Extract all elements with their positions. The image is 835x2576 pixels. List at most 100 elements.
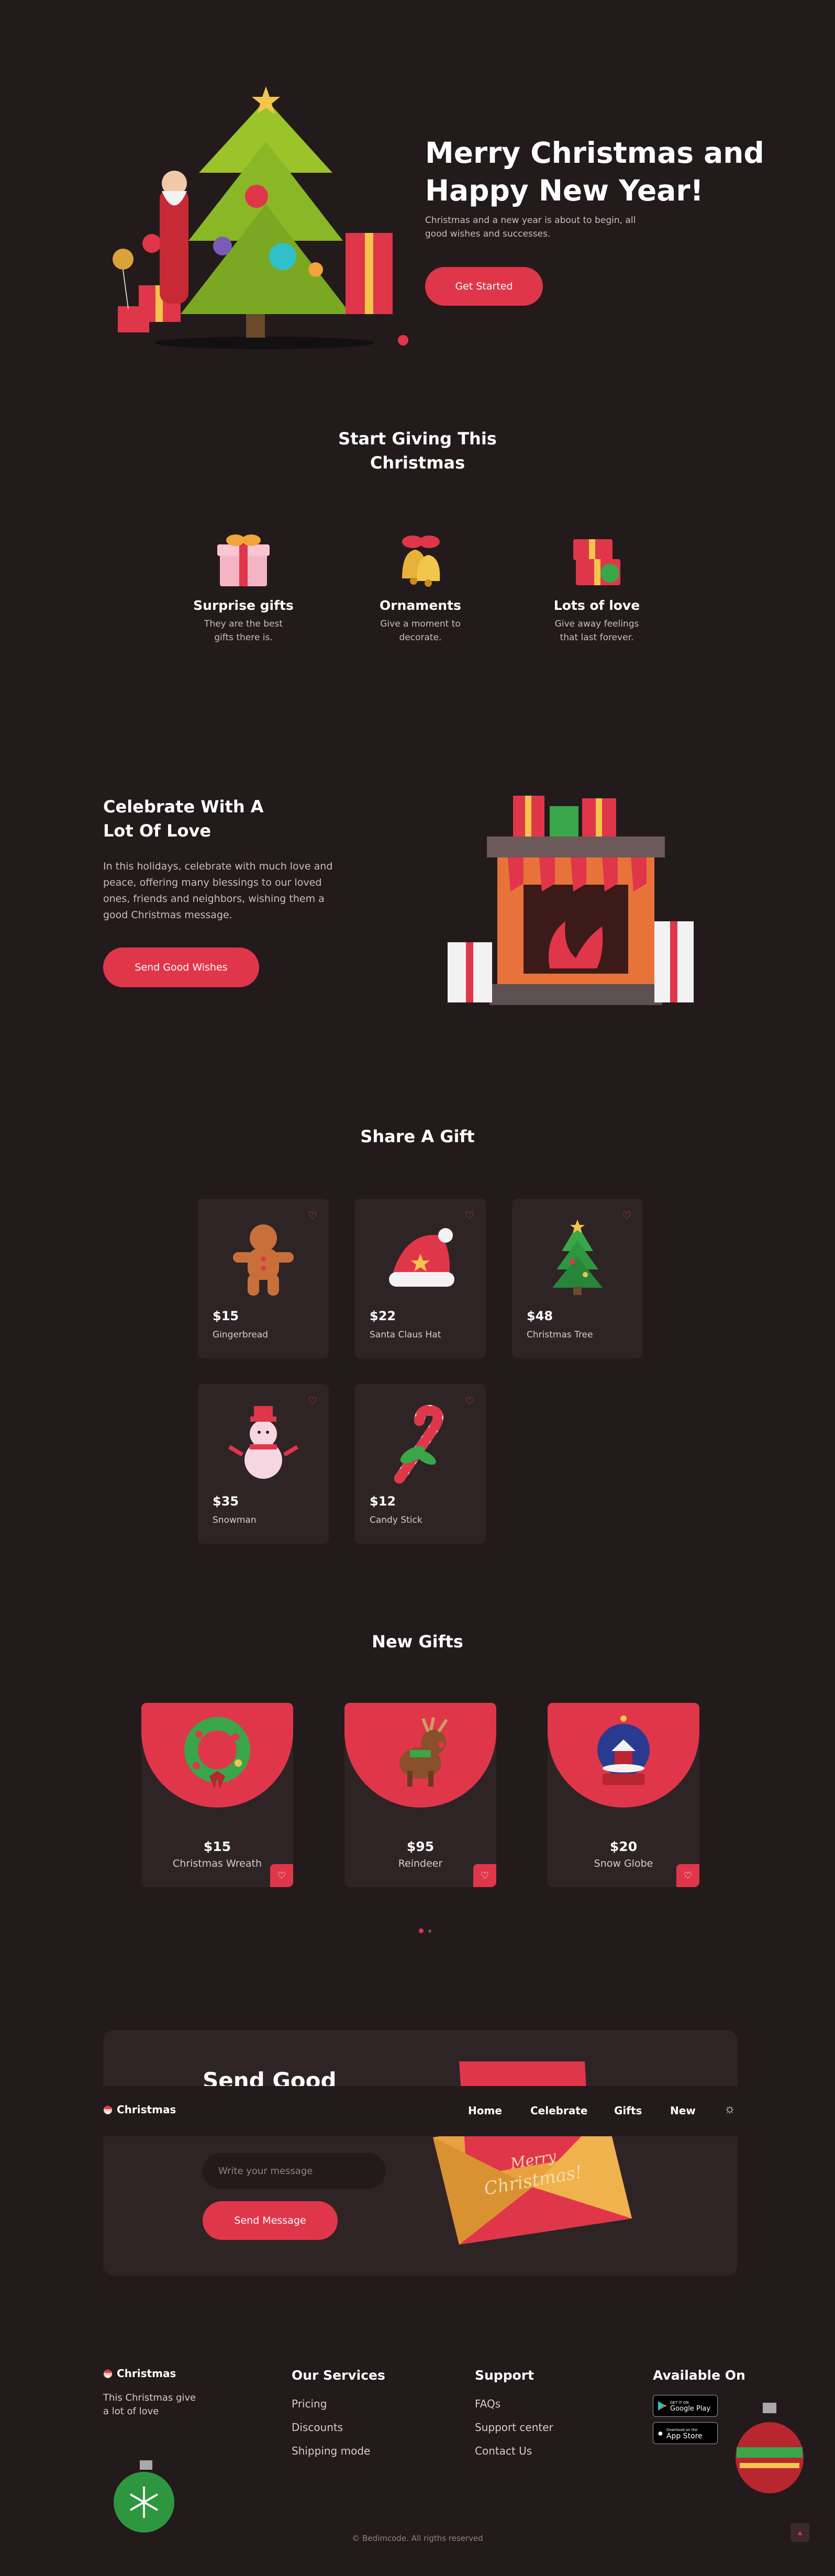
heart-icon[interactable]: ♡ [465,1395,474,1408]
nav-link-gifts[interactable]: Gifts [614,2104,642,2117]
celebrate-title-line-1: Celebrate With A [103,797,264,817]
giving-item-title: Surprise gifts [193,598,294,613]
share-card-snowman[interactable]: ♡ $35 Snowman [198,1384,329,1544]
new-gift-card-reindeer[interactable]: $95 Reindeer ♡ [344,1703,496,1887]
celebrate-description-line-4: good Christmas message. [103,909,232,921]
scroll-up-button[interactable]: ▲ [791,2523,809,2542]
christmas-tree-illustration [113,86,408,349]
hero-subtitle: Christmas and a new year is about to beg… [425,214,636,241]
nav-logo[interactable]: Christmas [103,2103,176,2116]
heart-icon: ♡ [480,1870,489,1881]
message-input[interactable]: Write your message [203,2153,386,2189]
gift-name: Christmas Tree [527,1330,593,1340]
carousel-dot[interactable] [428,1930,431,1933]
stacked-gifts-icon [573,539,620,585]
reindeer-icon [399,1717,448,1787]
gift-name: Gingerbread [213,1330,268,1340]
footer-link-faqs[interactable]: FAQs [475,2397,500,2410]
heart-icon[interactable]: ♡ [622,1209,631,1222]
favorite-button[interactable]: ♡ [676,1864,699,1887]
gingerbread-icon [233,1224,294,1296]
giving-item-desc-line-1: Give a moment to [380,619,461,629]
hero-subtitle-line-2: good wishes and successes. [425,229,551,239]
nav-link-home[interactable]: Home [468,2104,502,2117]
wreath-icon [184,1717,250,1789]
bells-icon [402,536,440,587]
candy-cane-icon [394,1405,443,1484]
nav-brand: Christmas [117,2103,176,2116]
gift-box-icon [217,534,270,586]
nav-link-new[interactable]: New [670,2104,696,2117]
footer-link-discounts[interactable]: Discounts [292,2421,343,2434]
gift-name: Snowman [213,1515,257,1525]
theme-toggle-sun-icon[interactable]: ☼ [724,2102,736,2116]
gift-price: $35 [213,1494,239,1509]
gift-name: Santa Claus Hat [370,1330,441,1340]
giving-item-desc: Give away feelings that last forever. [539,617,654,644]
nav-link-celebrate[interactable]: Celebrate [530,2104,587,2117]
santa-logo-icon [104,2105,112,2114]
send-good-wishes-button[interactable]: Send Good Wishes [103,947,259,987]
giving-item-desc-line-2: that last forever. [560,632,634,643]
footer-link-pricing[interactable]: Pricing [292,2397,327,2410]
celebrate-description-line-3: ones, friends and neighbors, wishing the… [103,893,325,905]
giving-item-surprise-gifts: Surprise gifts They are the best gifts t… [186,529,301,644]
giving-item-desc: They are the best gifts there is. [186,617,301,644]
footer-tagline-line-1: This Christmas give [103,2392,196,2403]
footer-brand: Christmas [117,2367,176,2380]
share-card-gingerbread[interactable]: ♡ $15 Gingerbread [198,1199,329,1358]
giving-item-desc-line-1: They are the best [204,619,283,629]
green-ornament-illustration [114,2460,174,2533]
footer-link-shipping[interactable]: Shipping mode [292,2445,370,2457]
new-gifts-title: New Gifts [372,1632,463,1652]
santa-hat-icon [389,1228,454,1287]
giving-item-title: Lots of love [553,598,640,613]
google-play-icon [658,2401,666,2411]
heart-icon: ♡ [683,1870,693,1881]
favorite-button[interactable]: ♡ [270,1864,293,1887]
get-started-button[interactable]: Get Started [425,267,543,306]
gift-price: $48 [527,1309,553,1323]
snowman-icon [228,1406,299,1479]
apple-icon: ● [658,2427,663,2438]
giving-item-lots-of-love: Lots of love Give away feelings that las… [539,529,654,644]
new-gift-card-wreath[interactable]: $15 Christmas Wreath ♡ [141,1703,293,1887]
celebrate-description-line-1: In this holidays, celebrate with much lo… [103,861,333,872]
google-play-badge[interactable]: GET IT ON Google Play [653,2395,718,2417]
arrow-up-icon: ▲ [796,2528,804,2537]
gift-price: $22 [370,1309,396,1323]
gift-name: Candy Stick [370,1515,422,1525]
giving-title-line-1: Start Giving This [338,429,497,449]
footer-logo[interactable]: Christmas [103,2367,176,2380]
celebrate-description-line-2: peace, offering many blessings to our lo… [103,877,322,888]
share-card-candy-stick[interactable]: ♡ $12 Candy Stick [355,1384,486,1544]
footer-link-contact[interactable]: Contact Us [475,2445,532,2457]
share-title: Share A Gift [360,1127,475,1146]
red-ornament-illustration [736,2403,804,2493]
copyright: © Bedimcode. All rigths reserved [352,2534,483,2543]
gift-price: $95 [406,1839,435,1854]
message-input-placeholder: Write your message [218,2165,313,2177]
top-navbar: Christmas Home Celebrate Gifts New ☼ [0,2086,835,2136]
app-store-badge[interactable]: ● Download on the App Store [653,2422,718,2444]
carousel-dot-active[interactable] [419,1928,424,1933]
giving-title-line-2: Christmas [370,453,465,473]
giving-item-title: Ornaments [380,598,461,613]
footer-link-support-center[interactable]: Support center [475,2421,553,2434]
share-card-christmas-tree[interactable]: ♡ $48 Christmas Tree [512,1199,643,1358]
footer-available-title: Available On [653,2368,745,2383]
hero-subtitle-line-1: Christmas and a new year is about to beg… [425,215,636,226]
giving-item-ornaments: Ornaments Give a moment to decorate. [363,529,478,644]
new-gift-card-snow-globe[interactable]: $20 Snow Globe ♡ [548,1703,699,1887]
message-section: Send Good Write your message Send Messag… [103,2030,738,2276]
gift-price: $15 [213,1309,239,1323]
heart-icon[interactable]: ♡ [465,1209,474,1222]
send-message-button[interactable]: Send Message [203,2201,338,2240]
favorite-button[interactable]: ♡ [473,1864,496,1887]
celebrate-description: In this holidays, celebrate with much lo… [103,858,332,923]
giving-title: Start Giving This Christmas [0,427,835,475]
heart-icon[interactable]: ♡ [308,1209,317,1222]
heart-icon[interactable]: ♡ [308,1395,317,1408]
share-card-santa-hat[interactable]: ♡ $22 Santa Claus Hat [355,1199,486,1358]
gift-price: $15 [203,1839,231,1854]
